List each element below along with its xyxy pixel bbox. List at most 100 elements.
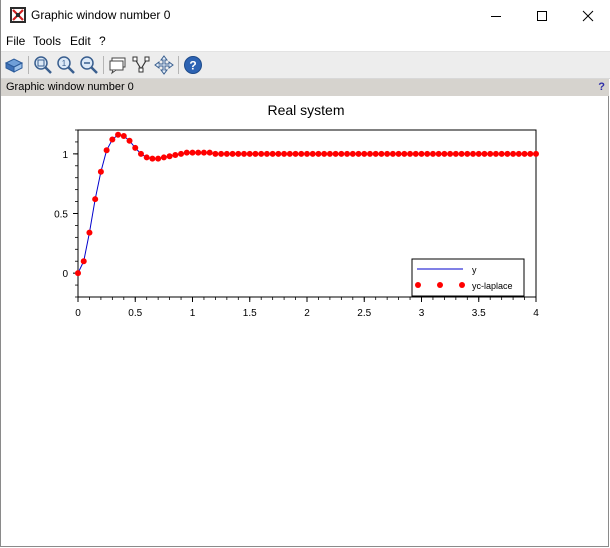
chart-title: Real system [267, 102, 344, 118]
series-point-yc-laplace [321, 150, 328, 157]
series-point-yc-laplace [258, 150, 265, 157]
series-point-yc-laplace [412, 150, 419, 157]
series-point-yc-laplace [166, 153, 173, 160]
series-point-yc-laplace [429, 150, 436, 157]
pan-icon[interactable] [154, 55, 174, 75]
svg-text:1: 1 [62, 59, 67, 68]
maximize-icon [537, 10, 547, 21]
menu-file[interactable]: File [6, 34, 25, 48]
series-point-yc-laplace [275, 150, 282, 157]
series-point-yc-laplace [246, 150, 253, 157]
figure-info-label: Graphic window number 0 [6, 81, 134, 93]
minimize-button[interactable] [473, 0, 519, 31]
legend-label: yc-laplace [472, 281, 513, 291]
zoom-out-icon[interactable] [79, 55, 99, 75]
series-point-yc-laplace [527, 150, 534, 157]
window-title: Graphic window number 0 [31, 8, 171, 22]
x-tick-label: 2 [304, 308, 310, 319]
series-point-yc-laplace [504, 150, 511, 157]
series-point-yc-laplace [263, 150, 270, 157]
toolbar: 1 ? [1, 52, 610, 79]
series-point-yc-laplace [200, 149, 207, 156]
edit-axes-icon[interactable] [131, 55, 151, 75]
series-point-yc-laplace [97, 168, 104, 175]
legend-swatch-marker [459, 282, 465, 288]
series-point-yc-laplace [137, 150, 144, 157]
menu-help[interactable]: ? [99, 34, 106, 48]
series-point-yc-laplace [521, 150, 528, 157]
series-point-yc-laplace [132, 144, 139, 151]
series-point-yc-laplace [115, 131, 122, 138]
series-point-yc-laplace [344, 150, 351, 157]
rotate-icon[interactable] [4, 55, 24, 75]
series-point-yc-laplace [418, 150, 425, 157]
toolbar-separator [178, 56, 179, 74]
series-point-yc-laplace [384, 150, 391, 157]
scilab-app-icon [10, 7, 26, 23]
zoom-in-icon[interactable] [33, 55, 53, 75]
x-tick-label: 1.5 [243, 308, 257, 319]
series-point-yc-laplace [470, 150, 477, 157]
series-point-yc-laplace [378, 150, 385, 157]
menu-edit[interactable]: Edit [70, 34, 91, 48]
x-tick-label: 3.5 [472, 308, 486, 319]
title-bar[interactable]: Graphic window number 0 [1, 0, 610, 31]
x-tick-label: 4 [533, 308, 539, 319]
menu-bar: File Tools Edit ? [1, 31, 610, 52]
plot-canvas[interactable]: Real system 0 0.5 1 1.5 2 2.5 3 3.5 4 0 0.5 1 y yc-l… [1, 96, 609, 546]
series-point-yc-laplace [515, 150, 522, 157]
series-point-yc-laplace [492, 150, 499, 157]
series-point-yc-laplace [269, 150, 276, 157]
series-point-yc-laplace [281, 150, 288, 157]
series-point-yc-laplace [120, 132, 127, 139]
x-tick-label: 0.5 [128, 308, 142, 319]
help-icon[interactable]: ? [183, 55, 203, 75]
x-tick-label: 2.5 [357, 308, 371, 319]
series-point-yc-laplace [424, 150, 431, 157]
series-point-yc-laplace [389, 150, 396, 157]
figure-info-bar: Graphic window number 0 ? [1, 79, 609, 96]
series-point-yc-laplace [332, 150, 339, 157]
series-point-yc-laplace [355, 150, 362, 157]
series-point-yc-laplace [464, 150, 471, 157]
series-point-yc-laplace [218, 150, 225, 157]
zoom-reset-icon[interactable]: 1 [56, 55, 76, 75]
series-point-yc-laplace [189, 149, 196, 156]
series-point-yc-laplace [366, 150, 373, 157]
y-tick-label: 1 [62, 150, 68, 161]
series-point-yc-laplace [86, 229, 93, 236]
series-point-yc-laplace [75, 270, 81, 277]
series-point-yc-laplace [241, 150, 248, 157]
legend-label: y [472, 265, 477, 275]
series-point-yc-laplace [109, 136, 116, 143]
series-point-yc-laplace [292, 150, 299, 157]
maximize-button[interactable] [519, 0, 565, 31]
series-point-yc-laplace [458, 150, 465, 157]
x-tick-label: 3 [419, 308, 425, 319]
series-point-yc-laplace [195, 149, 202, 156]
series-point-yc-laplace [235, 150, 242, 157]
graphic-window: Graphic window number 0 File Tools Edit … [0, 0, 610, 547]
series-point-yc-laplace [126, 137, 133, 144]
close-button[interactable] [565, 0, 610, 31]
series-point-yc-laplace [533, 150, 539, 157]
series-point-yc-laplace [338, 150, 345, 157]
series-point-yc-laplace [160, 154, 167, 161]
series-point-yc-laplace [229, 150, 236, 157]
x-tick-label: 0 [75, 308, 81, 319]
series-point-yc-laplace [407, 150, 414, 157]
menu-tools[interactable]: Tools [33, 34, 61, 48]
series-point-yc-laplace [298, 150, 305, 157]
series-point-yc-laplace [395, 150, 402, 157]
y-tick-label: 0 [62, 269, 68, 280]
series-point-yc-laplace [143, 154, 150, 161]
series-point-yc-laplace [326, 150, 333, 157]
series-point-yc-laplace [212, 150, 219, 157]
datatip-icon[interactable] [108, 55, 128, 75]
series-point-yc-laplace [149, 155, 156, 162]
series-point-yc-laplace [435, 150, 442, 157]
series-point-yc-laplace [372, 150, 379, 157]
help-question-mark[interactable]: ? [598, 81, 605, 93]
series-point-yc-laplace [172, 152, 179, 159]
legend: y yc-laplace [411, 258, 525, 297]
